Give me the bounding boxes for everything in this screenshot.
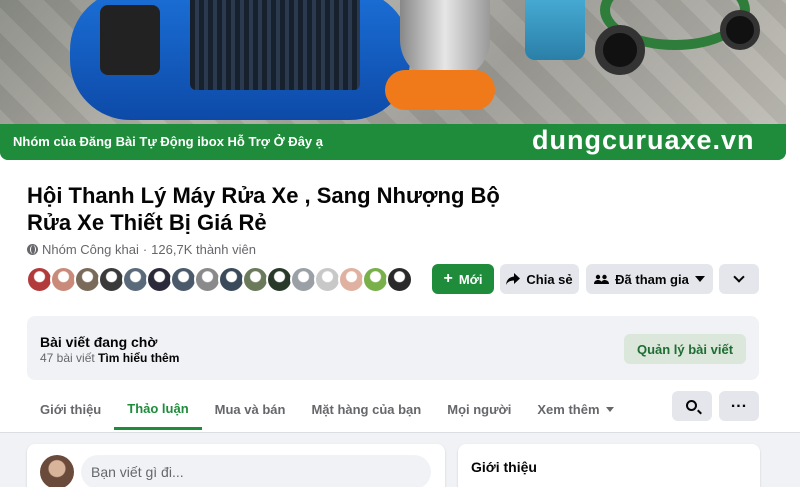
tab-your-items[interactable]: Mặt hàng của bạn [298,389,434,430]
tab-more-button[interactable]: ... [719,391,759,421]
composer-card: Bạn viết gì đi... [27,444,445,487]
joined-label: Đã tham gia [615,271,689,287]
member-avatar[interactable] [74,266,101,293]
search-group-button[interactable] [672,391,712,421]
meta-separator: · [142,242,148,257]
member-avatar[interactable] [386,266,413,293]
cover-wheel [595,25,645,75]
pending-posts-title: Bài viết đang chờ [40,334,158,350]
pending-posts-subtitle: 47 bài viết Tìm hiểu thêm [40,351,179,365]
member-avatar[interactable] [290,266,317,293]
cover-banner-text: Nhóm của Đăng Bài Tự Động ibox Hỗ Trợ Ở … [13,134,324,149]
search-icon [685,399,697,411]
tab-label: Thảo luận [127,400,189,416]
tab-label: Xem thêm [537,402,600,417]
joined-button[interactable]: Đã tham gia [586,264,713,294]
group-title[interactable]: Hội Thanh Lý Máy Rửa Xe , Sang Nhượng Bộ… [27,182,547,236]
caret-down-icon [605,407,614,412]
cover-orange-base [385,70,495,110]
member-avatars[interactable] [26,266,413,293]
group-privacy[interactable]: Nhóm Công khai [42,242,139,257]
composer-input[interactable]: Bạn viết gì đi... [81,455,431,487]
more-options-button[interactable] [719,264,759,294]
tab-label: Mặt hàng của bạn [311,402,422,417]
cover-teal-machine [525,0,585,60]
member-avatar[interactable] [266,266,293,293]
tab-people[interactable]: Mọi người [434,389,524,430]
plus-icon: + [443,270,453,287]
member-avatar[interactable] [98,266,125,293]
tab-label: Mua và bán [214,402,286,417]
group-tabs: Giới thiệu Thảo luận Mua và bán Mặt hàng… [27,389,627,430]
new-post-button[interactable]: + Mới [432,264,494,294]
share-button[interactable]: Chia sẻ [500,264,579,294]
group-page: Nhóm của Đăng Bài Tự Động ibox Hỗ Trợ Ở … [0,0,800,487]
member-avatar[interactable] [50,266,77,293]
avatar[interactable] [40,455,74,487]
globe-icon [27,244,38,255]
member-avatar[interactable] [122,266,149,293]
share-label: Chia sẻ [526,271,573,287]
share-arrow-icon [506,273,521,285]
cover-wheel [720,10,760,50]
tab-discussion[interactable]: Thảo luận [114,389,202,430]
tab-see-more[interactable]: Xem thêm [524,389,626,430]
member-avatar[interactable] [194,266,221,293]
cover-steel-tank [400,0,490,80]
member-avatar[interactable] [362,266,389,293]
member-avatar[interactable] [146,266,173,293]
learn-more-link[interactable]: Tìm hiểu thêm [98,351,179,365]
tab-label: Mọi người [447,402,512,417]
about-card-title: Giới thiệu [471,459,537,475]
manage-posts-button[interactable]: Quản lý bài viết [624,334,746,364]
more-dots-icon: ... [730,394,748,411]
pending-posts-panel: Bài viết đang chờ 47 bài viết Tìm hiểu t… [27,316,759,380]
tab-about[interactable]: Giới thiệu [27,389,114,430]
member-avatar[interactable] [314,266,341,293]
member-avatar[interactable] [218,266,245,293]
member-avatar[interactable] [338,266,365,293]
cover-banner-website: dungcuruaxe.vn [532,125,755,155]
cover-grill [190,0,360,90]
group-meta: Nhóm Công khai · 126,7K thành viên [27,242,256,257]
tab-label: Giới thiệu [40,402,102,417]
cover-photo: Nhóm của Đăng Bài Tự Động ibox Hỗ Trợ Ở … [0,0,786,160]
member-avatar[interactable] [170,266,197,293]
cover-motor [100,5,160,75]
group-member-count[interactable]: 126,7K thành viên [151,242,256,257]
member-avatar[interactable] [26,266,53,293]
tab-buy-sell[interactable]: Mua và bán [202,389,299,430]
people-icon [594,274,610,284]
about-card: Giới thiệu [458,444,760,487]
new-post-label: Mới [458,271,483,287]
chevron-down-icon [733,271,745,283]
pending-posts-count: 47 bài viết [40,351,95,365]
caret-down-icon [694,276,705,282]
member-avatar[interactable] [242,266,269,293]
